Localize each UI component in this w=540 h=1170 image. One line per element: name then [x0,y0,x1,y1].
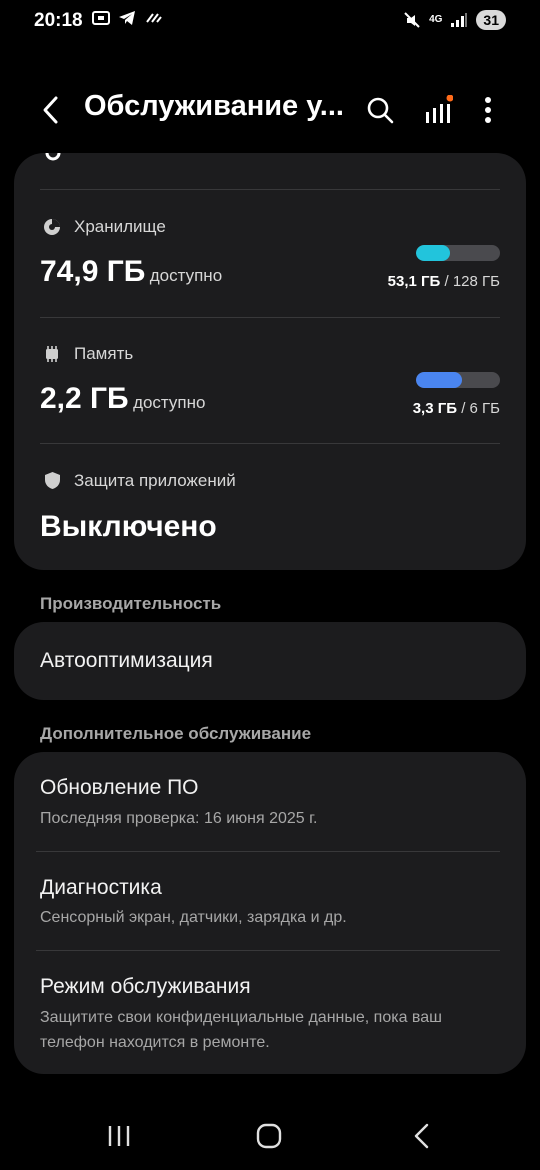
back-button[interactable] [28,88,72,132]
partial-icon [45,153,61,161]
telegram-icon [119,11,135,25]
auto-optimization-title: Автооптимизация [40,649,213,672]
storage-label: Хранилище [74,217,166,236]
signal-icon [451,13,468,27]
storage-usage: 53,1 ГБ / 128 ГБ [388,273,500,290]
storage-total: / 128 ГБ [444,273,501,290]
storage-progress-bar [416,245,500,261]
diagnostics-title: Диагностика [40,876,162,899]
memory-progress-fill [416,372,463,388]
report-button[interactable] [416,88,460,132]
pie-chart-icon [44,219,60,235]
memory-available-value: 2,2 ГБ [40,382,129,415]
memory-progress-bar [416,372,500,388]
storage-value-block: 74,9 ГБ доступно [40,255,222,289]
bar-chart-icon [426,95,453,123]
home-button[interactable] [229,1106,309,1166]
software-update-title: Обновление ПО [40,776,199,799]
mute-icon [404,12,420,28]
back-nav-icon [414,1123,429,1149]
network-type: 4G [429,14,443,25]
chevron-left-icon [43,96,58,124]
app-protection-status: Выключено [40,510,217,543]
memory-chip-icon [46,346,58,362]
home-icon [256,1123,282,1149]
status-icons-left [92,10,162,26]
auto-optimization-item[interactable]: Автооптимизация [14,622,526,700]
maintenance-mode-title: Режим обслуживания [40,975,251,998]
storage-available-label: доступно [149,266,223,285]
memory-label: Память [74,344,134,363]
back-nav-button[interactable] [381,1106,461,1166]
extra-maintenance-section-title: Дополнительное обслуживание [40,724,312,743]
software-update-item[interactable] [14,752,526,851]
data-saver-icon [146,13,162,23]
more-vertical-icon [485,97,491,123]
app-protection-row[interactable] [14,444,526,570]
more-options-button[interactable] [466,88,510,132]
search-icon [367,97,394,124]
memory-total: / 6 ГБ [461,400,500,417]
performance-section-title: Производительность [40,594,222,613]
diagnostics-item[interactable] [14,852,526,950]
app-protection-label: Защита приложений [74,471,236,490]
status-icons-right: 4G 31 [403,10,506,30]
memory-used: 3,3 ГБ [412,400,458,417]
storage-progress-fill [416,245,451,261]
status-time: 20:18 [34,10,83,31]
storage-available-value: 74,9 ГБ [40,255,146,288]
recent-apps-icon [108,1126,130,1146]
memory-value-block: 2,2 ГБ доступно [40,382,205,416]
shield-icon [45,472,60,489]
search-button[interactable] [358,88,402,132]
maintenance-mode-subtitle: Защитите свои конфиденциальные данные, п… [40,1009,442,1051]
battery-indicator: 31 [476,10,506,30]
storage-used: 53,1 ГБ [387,273,441,290]
software-update-subtitle: Последняя проверка: 16 июня 2025 г. [40,810,318,827]
screenshot-icon [92,11,110,25]
recent-apps-button[interactable] [79,1106,159,1166]
memory-available-label: доступно [133,393,206,412]
diagnostics-subtitle: Сенсорный экран, датчики, зарядка и др. [40,909,347,926]
memory-usage: 3,3 ГБ / 6 ГБ [413,400,500,417]
page-title: Обслуживание у... [84,90,344,122]
